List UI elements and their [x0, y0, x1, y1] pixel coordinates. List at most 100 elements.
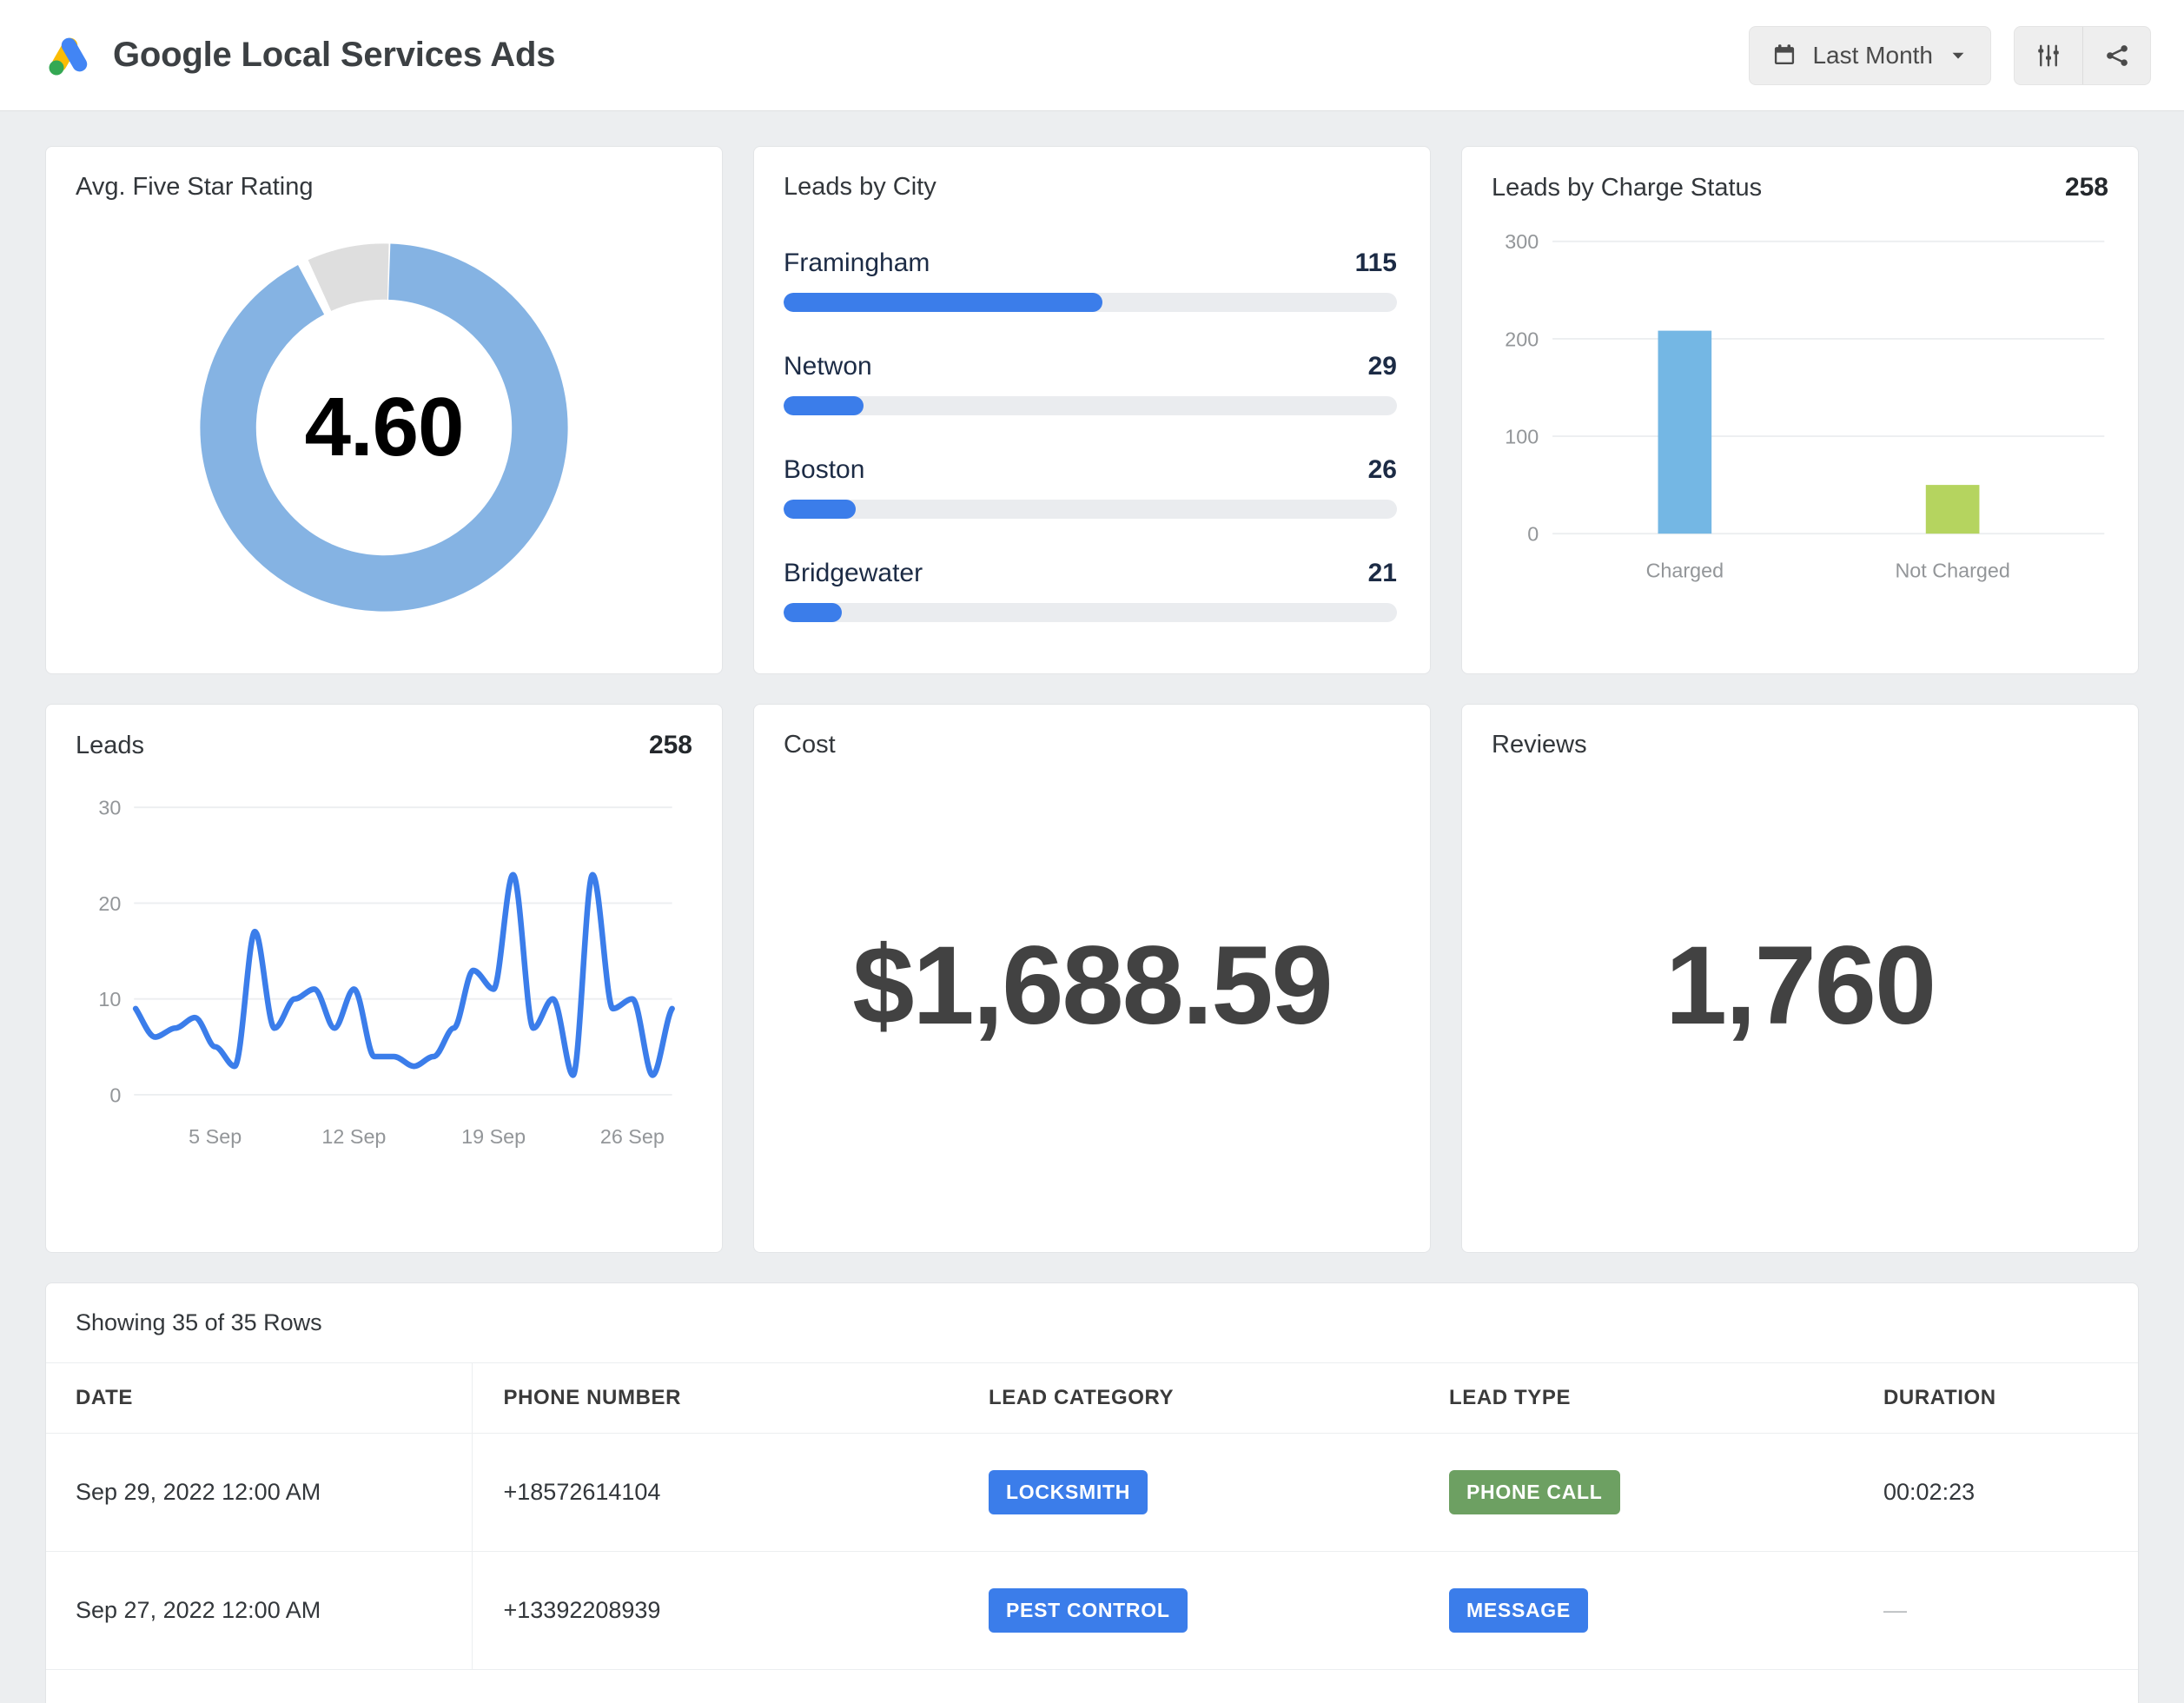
- cost-value: $1,688.59: [852, 923, 1333, 1048]
- cell-duration: 00:02:23: [1883, 1433, 2138, 1552]
- filter-settings-button[interactable]: [2015, 27, 2082, 84]
- status-badge: MESSAGE: [1449, 1588, 1588, 1633]
- svg-text:Not Charged: Not Charged: [1895, 560, 2009, 582]
- date-range-button[interactable]: Last Month: [1749, 25, 1991, 85]
- line-chart-svg: 30 20 10 0 5 Sep 12 Sep 19 Sep 26 Sep: [98, 797, 675, 1148]
- leads-by-city-list: Framingham 115 Netwon 29 Boston 26 Bridg…: [784, 248, 1400, 622]
- leads-total: 258: [648, 731, 692, 759]
- progress-track: [784, 396, 1397, 415]
- dashboard-row-1: Avg. Five Star Rating 4.60 Leads by City: [45, 146, 2139, 674]
- card-cost: Cost $1,688.59: [753, 704, 1431, 1253]
- list-item-header: Boston 26: [784, 455, 1397, 485]
- header-icon-group: [2014, 25, 2151, 85]
- card-reviews: Reviews 1,760: [1461, 704, 2139, 1253]
- progress-fill: [784, 603, 843, 622]
- dashboard-row-2: Leads 258 30 20 10 0 5 Sep 12 Sep 19 Sep…: [45, 704, 2139, 1253]
- chevron-down-icon: [1952, 52, 1964, 59]
- cell-lead-category: LOCKSMITH: [989, 1433, 1449, 1552]
- list-item-header: Bridgewater 21: [784, 559, 1397, 588]
- card-title-cost: Cost: [784, 731, 836, 759]
- list-item: Netwon 29: [784, 352, 1397, 415]
- charge-status-total: 258: [2064, 173, 2108, 202]
- cost-value-wrap: $1,688.59: [784, 759, 1400, 1211]
- leads-line-path: [132, 871, 675, 1078]
- card-title-leads: Leads: [76, 732, 145, 759]
- calendar-icon: [1775, 44, 1795, 64]
- svg-text:30: 30: [98, 797, 121, 819]
- progress-fill: [784, 500, 857, 519]
- svg-text:0: 0: [109, 1083, 121, 1106]
- city-label: Netwon: [784, 352, 872, 381]
- cell-lead-type: PHONE CALL: [1449, 1433, 1883, 1552]
- table-body: Sep 29, 2022 12:00 AM +18572614104 LOCKS…: [46, 1433, 2138, 1670]
- share-button[interactable]: [2082, 26, 2150, 84]
- cell-phone: +13392208939: [471, 1551, 989, 1670]
- header-actions: Last Month: [1749, 25, 2151, 85]
- share-icon: [2106, 44, 2128, 66]
- card-title-reviews: Reviews: [1492, 731, 1587, 759]
- sliders-icon: [2038, 44, 2059, 66]
- table-row[interactable]: Sep 29, 2022 12:00 AM +18572614104 LOCKS…: [46, 1433, 2138, 1552]
- card-header: Cost: [784, 731, 1400, 759]
- progress-fill: [784, 293, 1103, 312]
- column-header-phone-number[interactable]: PHONE NUMBER: [471, 1362, 989, 1434]
- table-row[interactable]: Sep 27, 2022 12:00 AM +13392208939 PEST …: [46, 1551, 2138, 1670]
- svg-text:10: 10: [98, 988, 121, 1011]
- svg-text:100: 100: [1505, 425, 1539, 447]
- city-value: 26: [1367, 455, 1397, 484]
- card-header: Leads by Charge Status 258: [1492, 173, 2108, 202]
- leads-table-card: Showing 35 of 35 Rows DATE PHONE NUMBER …: [45, 1282, 2139, 1703]
- city-value: 29: [1367, 352, 1397, 381]
- brand: Google Local Services Ads: [45, 33, 555, 78]
- date-range-label: Last Month: [1812, 41, 1933, 69]
- leads-table: DATE PHONE NUMBER LEAD CATEGORY LEAD TYP…: [46, 1362, 2138, 1670]
- column-header-duration[interactable]: DURATION: [1883, 1362, 2138, 1434]
- card-leads-by-charge-status: Leads by Charge Status 258 300 200 100 0: [1461, 146, 2139, 674]
- app-header: Google Local Services Ads Last Month: [0, 0, 2184, 111]
- reviews-value-wrap: 1,760: [1492, 759, 2108, 1211]
- page-title: Google Local Services Ads: [113, 36, 556, 74]
- column-header-lead-category[interactable]: LEAD CATEGORY: [989, 1362, 1449, 1434]
- line-chart-leads: 30 20 10 0 5 Sep 12 Sep 19 Sep 26 Sep: [76, 760, 692, 1183]
- svg-text:0: 0: [1527, 523, 1539, 546]
- card-header: Leads by City: [784, 173, 1400, 202]
- city-value: 21: [1367, 559, 1397, 587]
- svg-text:200: 200: [1505, 328, 1539, 350]
- svg-text:Charged: Charged: [1646, 560, 1724, 582]
- card-avg-five-star-rating: Avg. Five Star Rating 4.60: [45, 146, 723, 674]
- card-header: Reviews: [1492, 731, 2108, 759]
- status-badge: PEST CONTROL: [989, 1588, 1188, 1633]
- bar-chart-charge-status: 300 200 100 0 Charged Not Charged: [1492, 202, 2108, 608]
- city-label: Framingham: [784, 248, 930, 277]
- table-header-row: DATE PHONE NUMBER LEAD CATEGORY LEAD TYP…: [46, 1362, 2138, 1434]
- card-leads-by-city: Leads by City Framingham 115 Netwon 29 B…: [753, 146, 1431, 674]
- progress-track: [784, 293, 1397, 312]
- cell-date: Sep 27, 2022 12:00 AM: [46, 1551, 472, 1670]
- list-item: Bridgewater 21: [784, 559, 1397, 622]
- card-title-rating: Avg. Five Star Rating: [76, 173, 314, 201]
- cell-lead-category: PEST CONTROL: [989, 1551, 1449, 1670]
- donut-chart-rating: 4.60: [76, 202, 692, 653]
- cell-duration: —: [1883, 1551, 2138, 1670]
- svg-text:26 Sep: 26 Sep: [600, 1125, 665, 1148]
- city-value: 115: [1354, 248, 1397, 277]
- cell-lead-type: MESSAGE: [1449, 1551, 1883, 1670]
- row-count-label: Showing 35 of 35 Rows: [76, 1309, 322, 1335]
- column-header-date[interactable]: DATE: [46, 1362, 472, 1434]
- list-item-header: Framingham 115: [784, 248, 1397, 278]
- cell-date: Sep 29, 2022 12:00 AM: [46, 1433, 472, 1552]
- svg-text:20: 20: [98, 892, 121, 915]
- progress-track: [784, 603, 1397, 622]
- svg-text:19 Sep: 19 Sep: [461, 1125, 526, 1148]
- card-header: Avg. Five Star Rating: [76, 173, 692, 202]
- column-header-lead-type[interactable]: LEAD TYPE: [1449, 1362, 1883, 1434]
- reviews-value: 1,760: [1664, 923, 1936, 1048]
- progress-track: [784, 500, 1397, 519]
- google-ads-logo-icon: [49, 37, 88, 75]
- card-header: Leads 258: [76, 731, 692, 760]
- status-badge: LOCKSMITH: [989, 1470, 1148, 1514]
- list-item: Boston 26: [784, 455, 1397, 519]
- city-label: Bridgewater: [784, 559, 923, 587]
- svg-text:300: 300: [1505, 230, 1539, 253]
- rating-value: 4.60: [304, 381, 465, 474]
